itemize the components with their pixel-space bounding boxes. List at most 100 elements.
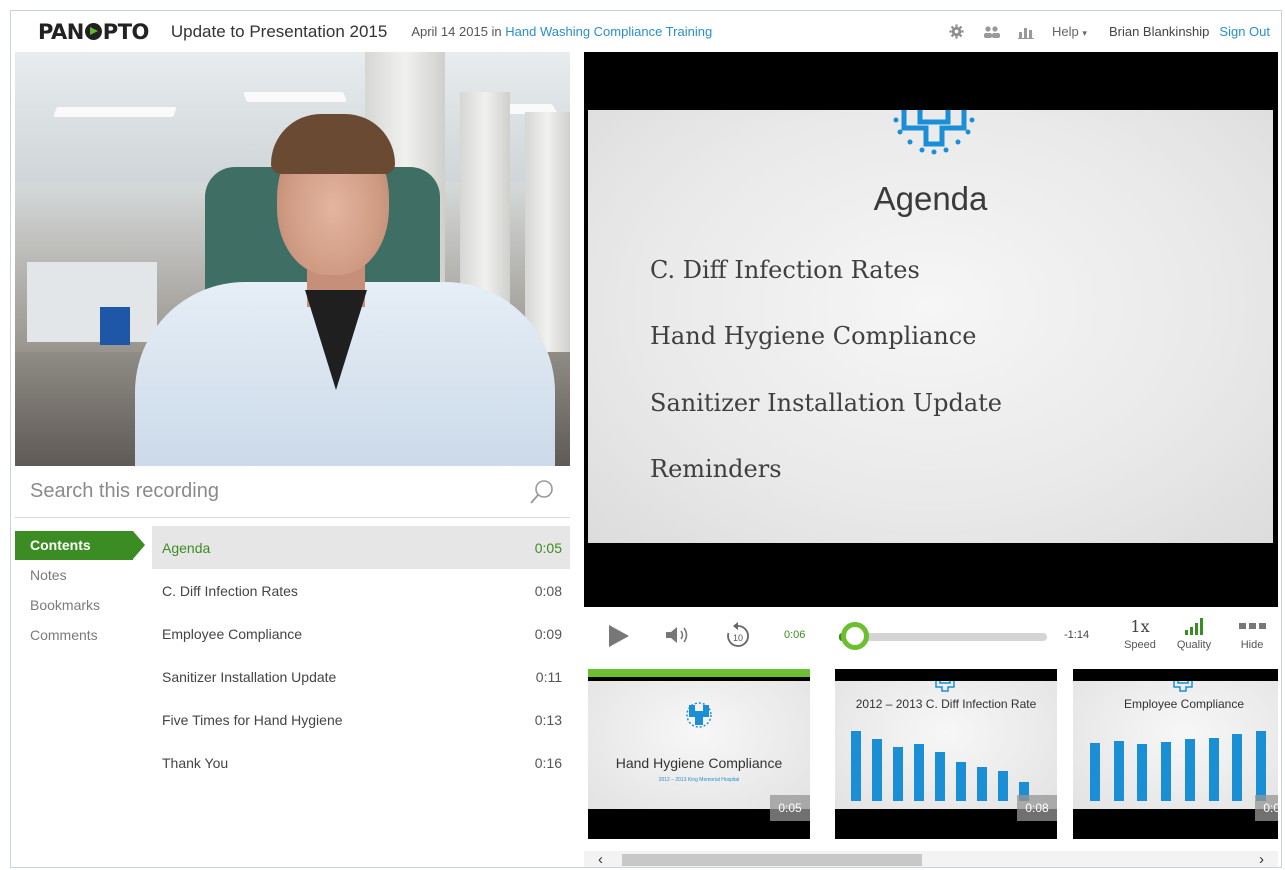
chevron-right-icon[interactable]: ›: [1259, 851, 1264, 867]
toc-item-title: Employee Compliance: [162, 625, 303, 642]
chevron-down-icon: ▾: [1082, 28, 1087, 38]
slide-viewer[interactable]: Agenda C. Diff Infection Rates Hand Hygi…: [584, 52, 1278, 607]
thumbnail-title: 2012 – 2013 C. Diff Infection Rate: [855, 697, 1037, 711]
session-date-line: April 14 2015 in Hand Washing Compliance…: [411, 24, 712, 39]
slide-title: Agenda: [873, 180, 988, 217]
header-bar: PAN PTO Update to Presentation 2015 April…: [11, 11, 1281, 52]
scrollbar-thumb[interactable]: [622, 854, 922, 866]
thumbnail-subtitle: 2012 – 2013 King Memorial Hospital: [658, 777, 740, 783]
svg-text:10: 10: [733, 633, 743, 643]
panopto-viewer: PAN PTO Update to Presentation 2015 April…: [10, 10, 1282, 868]
webcam-desk: [27, 262, 157, 342]
toc-item-title: Thank You: [162, 754, 229, 771]
toc-item[interactable]: Employee Compliance 0:09: [152, 612, 570, 655]
toc-item[interactable]: Agenda 0:05: [152, 526, 570, 569]
thumbnail-chart-bar: [956, 761, 967, 801]
folder-link[interactable]: Hand Washing Compliance Training: [505, 24, 712, 39]
toc-item[interactable]: Sanitizer Installation Update 0:11: [152, 655, 570, 698]
toc-item-title: Agenda: [162, 539, 211, 556]
hospital-logo-icon: [935, 681, 955, 692]
tab-notes[interactable]: Notes: [15, 560, 150, 590]
thumbnail-time: 0:09: [1255, 795, 1278, 821]
progress-knob[interactable]: [841, 622, 870, 650]
slide-bullet: Reminders: [650, 455, 782, 483]
thumbnail-chart-bar: [998, 771, 1009, 801]
toc-item-time: 0:09: [534, 625, 562, 642]
volume-icon[interactable]: [664, 623, 694, 647]
toc-item-title: Five Times for Hand Hygiene: [162, 711, 343, 728]
thumbnail[interactable]: 2012 – 2013 C. Diff Infection Rate 0:08: [835, 669, 1057, 839]
thumbnail-chart-bar: [1208, 737, 1219, 801]
thumbnail-chart-bar: [871, 738, 882, 801]
current-slide: Agenda C. Diff Infection Rates Hand Hygi…: [588, 110, 1273, 543]
help-label: Help: [1052, 24, 1079, 39]
thumbnail-slide: Hand Hygiene Compliance 2012 – 2013 King…: [588, 681, 810, 809]
thumbnail-chart-bar: [1161, 741, 1172, 801]
session-title: Update to Presentation 2015: [170, 21, 388, 41]
webcam-light: [243, 92, 347, 102]
thumbnail-chart-bar: [1256, 731, 1267, 801]
thumbnail-title: Hand Hygiene Compliance: [615, 755, 783, 771]
thumbnail-title: Employee Compliance: [1123, 697, 1245, 711]
thumbnail-time: 0:08: [1017, 795, 1057, 821]
quality-icon[interactable]: [1184, 616, 1206, 636]
toc-item-time: 0:16: [534, 754, 562, 771]
thumbnail-chart-bar: [977, 766, 988, 801]
quality-label: Quality: [1176, 639, 1212, 651]
toc-item-title: C. Diff Infection Rates: [162, 582, 298, 599]
toc-item[interactable]: C. Diff Infection Rates 0:08: [152, 569, 570, 612]
hospital-logo-icon: [1173, 681, 1193, 692]
search-icon[interactable]: [529, 478, 555, 506]
chevron-left-icon[interactable]: ‹: [598, 851, 603, 867]
toc-item-title: Sanitizer Installation Update: [162, 668, 337, 685]
thumbnail[interactable]: Employee Compliance 0:09: [1073, 669, 1278, 839]
search-bar: [15, 466, 570, 518]
toc-item[interactable]: Five Times for Hand Hygiene 0:13: [152, 698, 570, 741]
tab-contents[interactable]: Contents: [15, 531, 145, 560]
rewind-10-icon[interactable]: 10: [724, 621, 752, 651]
play-button[interactable]: [609, 625, 629, 647]
thumbnail-chart-bar: [1232, 734, 1243, 801]
gear-icon[interactable]: [947, 23, 965, 41]
hospital-logo-icon: [686, 702, 712, 728]
session-date: April 14 2015 in: [411, 24, 506, 39]
thumbnail-chart-bar: [913, 743, 924, 801]
help-menu[interactable]: Help ▾: [1052, 24, 1087, 39]
thumbnail-chart-bar: [934, 751, 945, 801]
hospital-logo-icon: [893, 110, 975, 155]
player-controls: 10 0:06 -1:14 1x Speed Quality Hide: [584, 611, 1278, 661]
thumbnail-chart-bar: [1137, 744, 1148, 801]
search-input[interactable]: [15, 480, 495, 503]
thumbnail-chart-bar: [1184, 739, 1195, 801]
thumbnail[interactable]: Hand Hygiene Compliance 2012 – 2013 King…: [588, 669, 810, 839]
webcam-light: [53, 107, 177, 117]
slide-thumbnails: Hand Hygiene Compliance 2012 – 2013 King…: [584, 669, 1278, 849]
toc-item-time: 0:11: [535, 668, 562, 685]
tab-comments[interactable]: Comments: [15, 620, 150, 650]
toc-item[interactable]: Thank You 0:16: [152, 741, 570, 784]
tab-bookmarks[interactable]: Bookmarks: [15, 590, 150, 620]
logo-text-suffix: PTO: [102, 19, 150, 44]
thumbnail-slide: Employee Compliance: [1073, 681, 1278, 809]
thumbnail-scrollbar[interactable]: ‹ ›: [584, 851, 1278, 867]
slide-bullet: Sanitizer Installation Update: [650, 389, 1002, 417]
webcam-bin: [100, 307, 130, 345]
sign-out-link[interactable]: Sign Out: [1219, 24, 1270, 39]
thumbnail-chart: [845, 721, 1035, 801]
toc-item-time: 0:05: [534, 539, 562, 556]
webcam-video[interactable]: [15, 52, 570, 466]
users-icon[interactable]: [982, 23, 1000, 41]
progress-track[interactable]: [839, 633, 1047, 641]
thumbnail-chart-bar: [1113, 741, 1124, 801]
panopto-logo[interactable]: PAN PTO: [38, 20, 149, 44]
thumbnail-slide: 2012 – 2013 C. Diff Infection Rate: [835, 681, 1057, 809]
hide-thumbnails-icon[interactable]: [1239, 622, 1267, 632]
table-of-contents: Agenda 0:05 C. Diff Infection Rates 0:08 E…: [152, 526, 570, 784]
toc-item-time: 0:13: [534, 711, 562, 728]
hide-label: Hide: [1240, 639, 1264, 651]
logo-play-icon: [84, 23, 102, 40]
thumbnail-chart-bar: [1089, 742, 1100, 801]
speed-value[interactable]: 1x: [1122, 617, 1158, 636]
stats-icon[interactable]: [1017, 23, 1035, 41]
remaining-time: -1:14: [1064, 629, 1090, 641]
